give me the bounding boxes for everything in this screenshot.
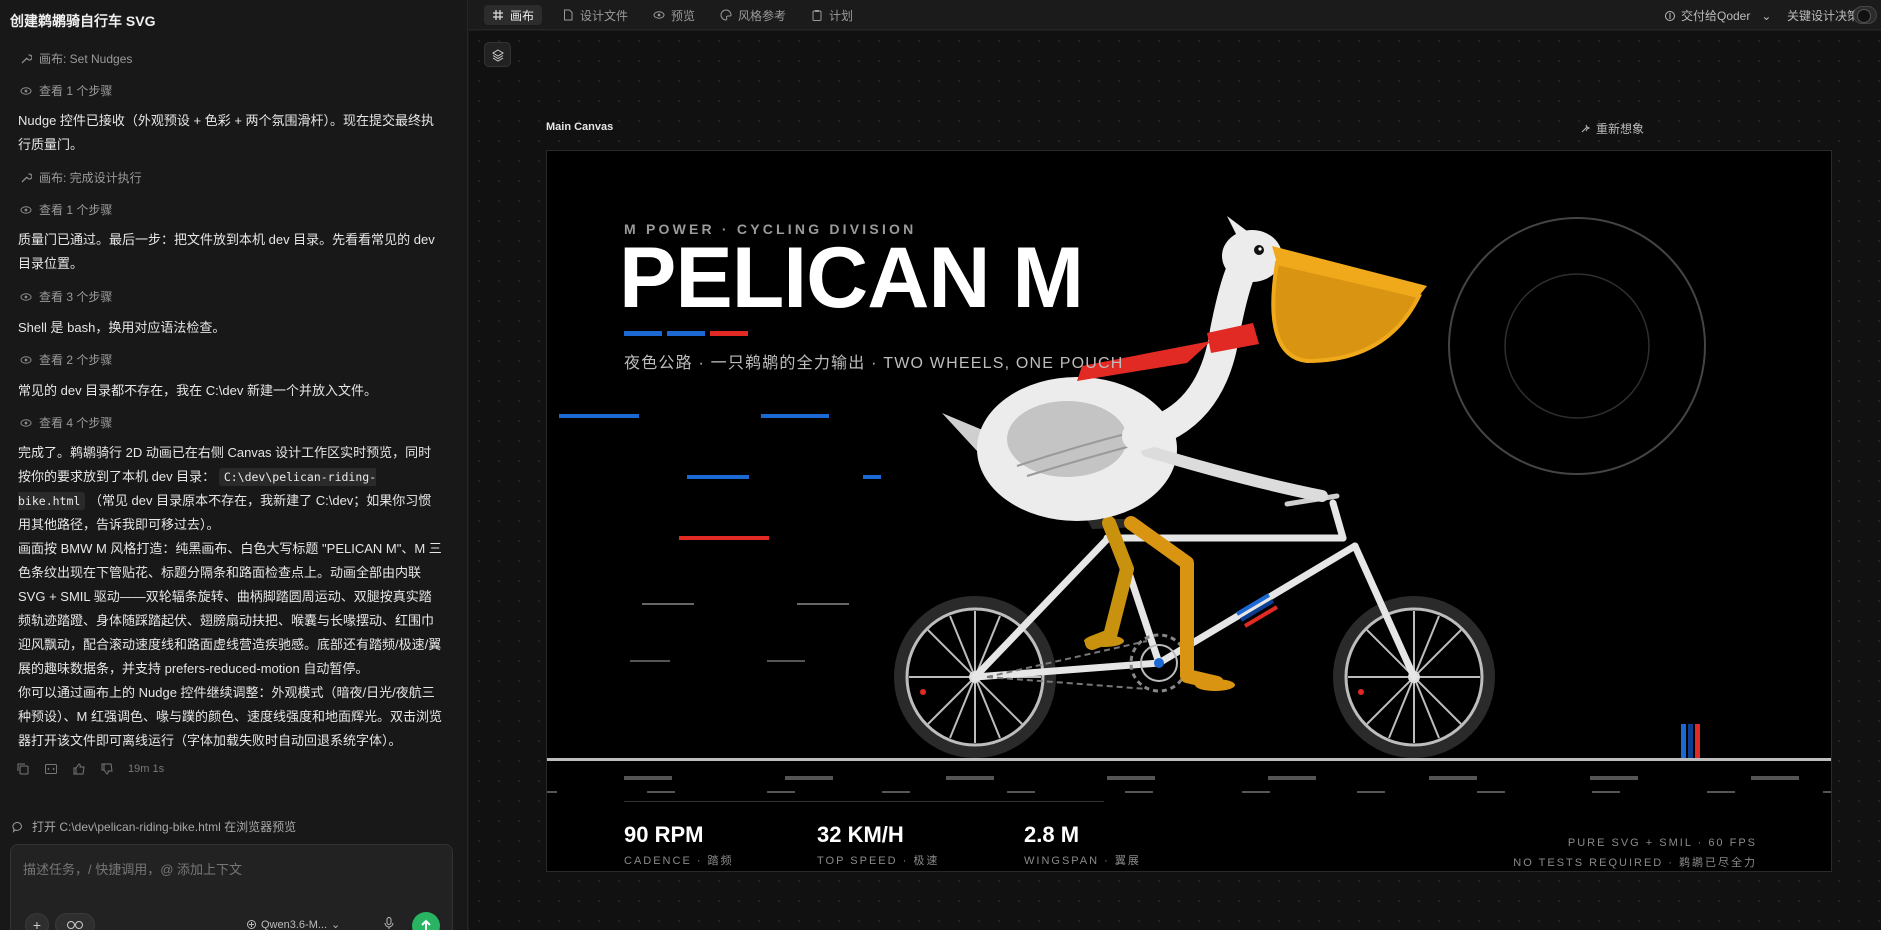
footer-line-2: NO TESTS REQUIRED · 鹈鹕已尽全力 [1513, 857, 1757, 869]
step-label: 画布: 完成设计执行 [39, 171, 142, 185]
stat-cadence-label: CADENCE · 踏频 [624, 855, 734, 867]
step-label: 查看 4 个步骤 [39, 416, 113, 430]
message-actions: 19m 1s [16, 762, 164, 776]
step-view-1[interactable]: 查看 1 个步骤 [20, 82, 112, 99]
step-label: 查看 1 个步骤 [39, 203, 113, 217]
handoff-label: 交付给Qoder [1681, 9, 1751, 23]
open-in-browser-link[interactable]: 打开 C:\dev\pelican-riding-bike.html 在浏览器预… [12, 818, 296, 835]
arrow-up-icon [421, 919, 431, 930]
layers-button[interactable] [484, 42, 511, 67]
eye-icon [20, 86, 32, 95]
final-paragraph-1: 完成了。鹈鹕骑行 2D 动画已在右侧 Canvas 设计工作区实时预览，同时按你… [18, 445, 432, 532]
stat-wingspan-value: 2.8 M [1024, 822, 1080, 847]
layers-icon [491, 48, 504, 62]
final-message: 完成了。鹈鹕骑行 2D 动画已在右侧 Canvas 设计工作区实时预览，同时按你… [18, 441, 442, 753]
canvas-workspace[interactable]: Main Canvas 重新想象 M POWER · CYCLING DIVIS… [469, 31, 1881, 930]
qoder-icon [1665, 10, 1675, 21]
grid-icon [493, 10, 503, 20]
chat-bubble-icon [12, 821, 22, 833]
tab-style-reference[interactable]: 风格参考 [712, 5, 794, 25]
tab-label: 设计文件 [580, 8, 629, 23]
step-label: 查看 1 个步骤 [39, 84, 113, 98]
speed-lines [559, 414, 881, 662]
chat-message: Shell 是 bash，换用对应语法检查。 [18, 320, 226, 335]
thumbs-up-icon[interactable] [72, 762, 86, 776]
artwork-canvas[interactable]: M POWER · CYCLING DIVISION PELICAN M 夜色公… [546, 150, 1832, 872]
stat-speed-label: TOP SPEED · 极速 [817, 855, 940, 867]
title-m-stripes [624, 331, 748, 336]
reimagine-label: 重新想象 [1596, 122, 1645, 136]
eye-icon [20, 292, 32, 301]
chat-message: 质量门已通过。最后一步：把文件放到本机 dev 目录。先看看常见的 dev 目录… [18, 232, 435, 271]
open-link-label: 打开 C:\dev\pelican-riding-bike.html 在浏览器预… [32, 820, 297, 834]
tab-plan[interactable]: 计划 [803, 5, 861, 25]
copy-icon[interactable] [16, 762, 30, 776]
artwork-title: PELICAN M [619, 230, 1084, 326]
step-view-3[interactable]: 查看 3 个步骤 [20, 288, 112, 305]
tab-label: 预览 [671, 8, 696, 23]
step-view-4[interactable]: 查看 2 个步骤 [20, 351, 112, 368]
microphone-icon[interactable] [382, 916, 396, 930]
sparkle-icon [1581, 124, 1591, 132]
eye-icon [20, 205, 32, 214]
stat-wingspan-label: WINGSPAN · 翼展 [1024, 855, 1141, 867]
tab-label: 风格参考 [738, 8, 787, 23]
artwork-subtitle: 夜色公路 · 一只鹈鹕的全力输出 · TWO WHEELS, ONE POUCH [624, 355, 1124, 372]
tools-button[interactable] [55, 913, 95, 930]
chat-message: 常见的 dev 目录都不存在，我在 C:\dev 新建一个并放入文件。 [18, 383, 377, 398]
step-finish-design[interactable]: 画布: 完成设计执行 [20, 169, 142, 186]
file-icon [564, 9, 573, 21]
road [547, 724, 1831, 802]
handoff-qoder-button[interactable]: 交付给Qoder ⌄ [1664, 7, 1771, 24]
panel-toggle[interactable] [1853, 6, 1877, 24]
chat-message: Nudge 控件已接收（外观预设 + 色彩 + 两个氛围滑杆）。现在提交最终执行… [18, 113, 435, 152]
model-icon [247, 920, 256, 929]
bicycle [894, 493, 1495, 758]
step-label: 查看 3 个步骤 [39, 290, 113, 304]
tab-design-files[interactable]: 设计文件 [554, 5, 636, 25]
tab-label: 计划 [829, 8, 854, 23]
thumbs-down-icon[interactable] [100, 762, 114, 776]
chat-panel: 创建鹈鹕骑自行车 SVG 画布: Set Nudges 查看 1 个步骤 Nud… [0, 0, 468, 930]
chevron-down-icon: ⌄ [1761, 8, 1772, 23]
eye-icon [20, 355, 32, 364]
stat-speed-value: 32 KM/H [817, 822, 904, 847]
moon-circles [1448, 217, 1706, 475]
reimagine-button[interactable]: 重新想象 [1579, 120, 1644, 137]
code-icon[interactable] [44, 762, 58, 776]
decisions-label: 关键设计决策 [1787, 9, 1860, 23]
step-label: 查看 2 个步骤 [39, 353, 113, 367]
elapsed-time: 19m 1s [128, 763, 165, 775]
footer-line-1: PURE SVG + SMIL · 60 FPS [1567, 837, 1757, 849]
stat-cadence-value: 90 RPM [624, 822, 704, 847]
final-paragraph-3: 你可以通过画布上的 Nudge 控件继续调整：外观模式（暗夜/日光/夜航三种预设… [18, 685, 442, 748]
canvas-label: Main Canvas [546, 121, 614, 133]
model-name: Qwen3.6-M... [261, 918, 328, 930]
step-view-2[interactable]: 查看 1 个步骤 [20, 201, 112, 218]
chat-title: 创建鹈鹕骑自行车 SVG [10, 13, 156, 29]
step-label: 画布: Set Nudges [39, 52, 133, 66]
chevron-down-icon: ⌄ [331, 919, 341, 930]
final-paragraph-2: 画面按 BMW M 风格打造：纯黑画布、白色大写标题 "PELICAN M"、M… [18, 541, 442, 676]
step-view-5[interactable]: 查看 4 个步骤 [20, 414, 112, 431]
tab-canvas[interactable]: 画布 [484, 5, 543, 25]
eye-icon [20, 418, 32, 427]
eye-icon [653, 11, 665, 19]
wrench-icon [21, 53, 32, 63]
composer-input[interactable]: 描述任务，/ 快捷调用，@ 添加上下文 [23, 859, 242, 878]
add-context-button[interactable]: + [25, 913, 49, 930]
clipboard-icon [812, 10, 822, 21]
palette-icon [720, 9, 732, 21]
step-set-nudges[interactable]: 画布: Set Nudges [20, 50, 132, 67]
tab-label: 画布 [510, 8, 535, 23]
key-decisions-button[interactable]: 关键设计决策 [1787, 7, 1859, 24]
plus-icon: + [32, 917, 42, 930]
model-selector[interactable]: Qwen3.6-M... ⌄ [246, 918, 340, 930]
tab-preview[interactable]: 预览 [645, 5, 703, 25]
top-bar: 画布 设计文件 预览 风格参考 计划 交付给Qoder ⌄ 关键设计决策 [469, 0, 1881, 30]
at-settings-icon [67, 921, 83, 929]
wrench-icon [21, 172, 32, 182]
